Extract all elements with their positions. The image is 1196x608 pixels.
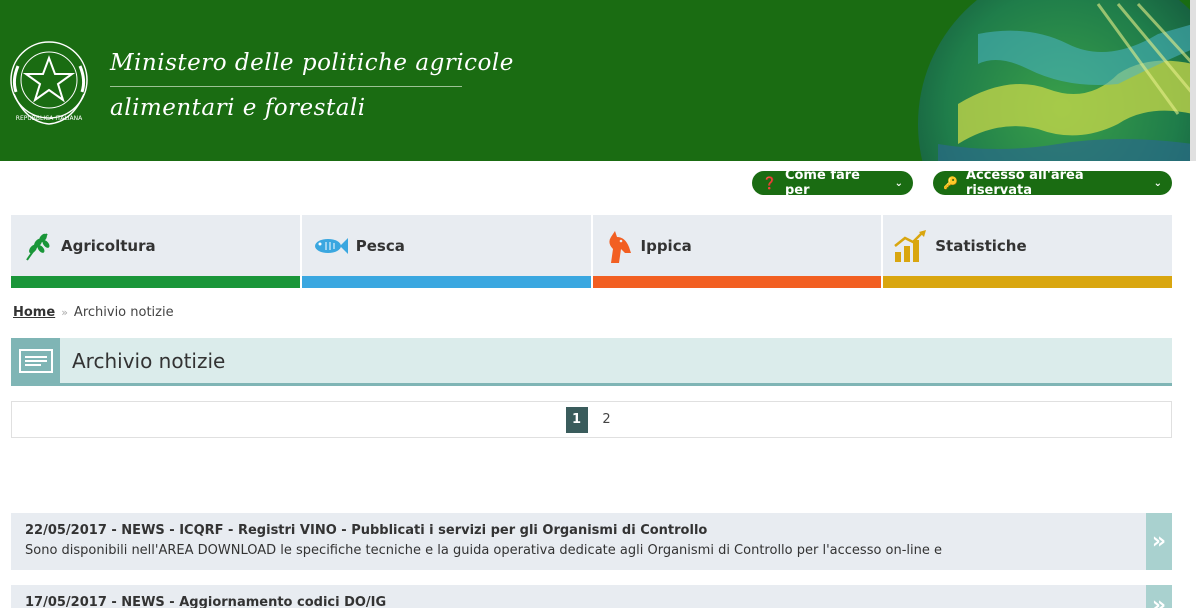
page-1-button[interactable]: 1 <box>565 406 588 433</box>
news-item[interactable]: 17/05/2017 - NEWS - Aggiornamento codici… <box>11 585 1172 608</box>
ministry-title-line-2[interactable]: alimentari e forestali <box>110 95 366 121</box>
italian-republic-emblem-icon: REPUBBLICA ITALIANA <box>10 41 88 125</box>
breadcrumb-current: Archivio notizie <box>73 305 174 320</box>
key-icon: 🔑 <box>943 176 958 190</box>
category-color-bar <box>592 276 882 288</box>
ministry-title-line-1[interactable]: Ministero delle politiche agricole <box>110 50 514 76</box>
category-nav: Agricoltura Pesca Ippica Statistiche <box>11 215 1172 288</box>
fish-icon <box>314 237 348 254</box>
category-label: Statistiche <box>935 236 1027 255</box>
news-summary: Sono disponibili nell'AREA DOWNLOAD le s… <box>25 543 943 558</box>
news-headline[interactable]: 22/05/2017 - NEWS - ICQRF - Registri VIN… <box>25 523 707 538</box>
question-bubble-icon: ❓ <box>762 176 777 190</box>
chart-growth-icon <box>894 229 927 262</box>
breadcrumb: Home » Archivio notizie <box>13 305 174 320</box>
category-color-bar <box>883 276 1172 288</box>
header-divider <box>110 86 462 87</box>
read-more-arrow-icon[interactable]: » <box>1146 585 1172 608</box>
category-color-bar <box>11 276 300 288</box>
horse-head-icon <box>608 230 631 263</box>
scrollbar-track[interactable] <box>1190 0 1196 161</box>
news-list-icon <box>11 338 60 383</box>
category-agricoltura[interactable]: Agricoltura <box>11 215 300 288</box>
category-label: Agricoltura <box>61 236 156 255</box>
category-color-bar <box>301 276 591 288</box>
section-header: Archivio notizie <box>11 338 1172 386</box>
category-statistiche[interactable]: Statistiche <box>883 215 1172 288</box>
category-ippica[interactable]: Ippica <box>592 215 882 288</box>
pagination: 1 2 <box>11 401 1172 438</box>
page-title: Archivio notizie <box>72 348 226 373</box>
emblem-text: REPUBBLICA ITALIANA <box>16 115 83 122</box>
news-item[interactable]: 22/05/2017 - NEWS - ICQRF - Registri VIN… <box>11 513 1172 570</box>
globe-graphic <box>918 0 1196 161</box>
read-more-arrow-icon[interactable]: » <box>1146 513 1172 570</box>
chevron-down-icon: ⌄ <box>1153 177 1162 189</box>
page-2-link[interactable]: 2 <box>596 407 618 433</box>
how-to-button[interactable]: ❓ Come fare per ⌄ <box>752 168 913 198</box>
wheat-icon <box>26 232 50 261</box>
site-header: REPUBBLICA ITALIANA Ministero delle poli… <box>0 0 1196 161</box>
how-to-label: Come fare per <box>784 168 860 198</box>
news-headline[interactable]: 17/05/2017 - NEWS - Aggiornamento codici… <box>25 595 386 608</box>
breadcrumb-home-link[interactable]: Home <box>13 305 55 320</box>
category-label: Pesca <box>355 236 405 255</box>
reserved-area-label: Accesso all'area riservata <box>965 168 1084 198</box>
breadcrumb-separator-icon: » <box>61 306 68 319</box>
category-label: Ippica <box>640 236 692 255</box>
category-pesca[interactable]: Pesca <box>301 215 591 288</box>
chevron-down-icon: ⌄ <box>894 177 903 189</box>
reserved-area-button[interactable]: 🔑 Accesso all'area riservata ⌄ <box>933 168 1172 198</box>
